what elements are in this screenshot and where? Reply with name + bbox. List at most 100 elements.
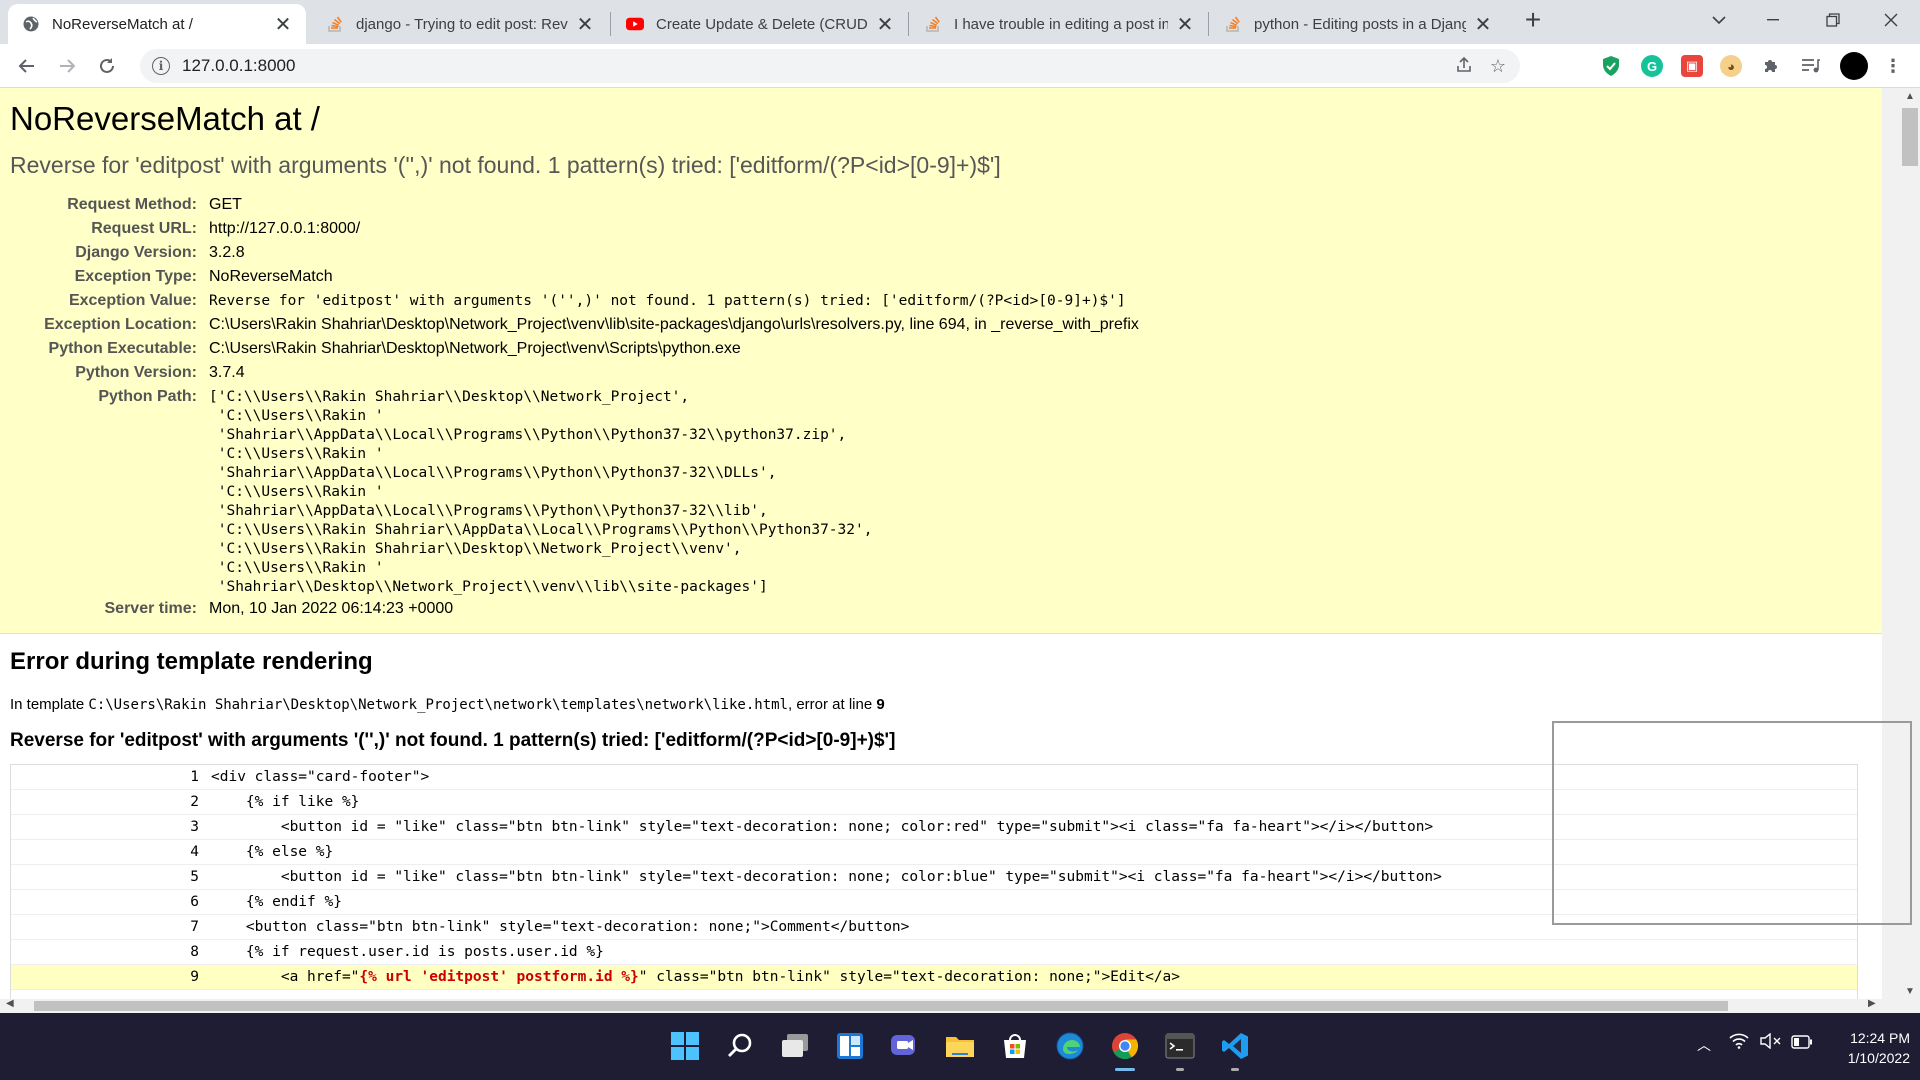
source-line: 8 {% if request.user.id is posts.user.id… [11,940,1857,965]
address-bar[interactable]: i 127.0.0.1:8000 ☆ [140,49,1520,83]
arrow-left-icon [18,59,34,73]
tab-title: NoReverseMatch at / [52,15,193,33]
reload-button[interactable] [93,52,121,80]
close-tab-icon[interactable]: ✕ [274,12,292,37]
meta-row-exception-location: Exception Location: C:\Users\Rakin Shahri… [44,316,1139,333]
chevron-down-icon [1712,16,1726,25]
meta-row-exception-type: Exception Type: NoReverseMatch [74,268,333,285]
tab-divider [908,12,909,36]
store-icon [1004,1034,1026,1058]
folder-icon [946,1037,974,1057]
tab-divider [1208,12,1209,36]
bookmark-star-icon[interactable]: ☆ [1488,56,1508,76]
meta-row-python-version: Python Version: 3.7.4 [75,364,245,381]
close-tab-icon[interactable]: ✕ [1176,12,1194,37]
horizontal-scroll-thumb[interactable] [34,1001,1728,1011]
source-line: 3 <button id = "like" class="btn btn-lin… [11,815,1857,840]
edge-icon [1056,1032,1084,1060]
tab-trouble-editing-post[interactable]: I have trouble in editing a post in ✕ [910,4,1208,44]
grammarly-icon[interactable]: G [1641,55,1663,77]
chevron-up-icon[interactable]: ︿ [1697,1035,1711,1055]
scroll-left-arrow-icon[interactable]: ◀ [6,998,14,1009]
share-icon[interactable] [1454,56,1474,76]
error-expression: {% url 'editpost' postform.id %} [359,969,639,985]
puzzle-icon[interactable] [1760,55,1782,77]
start-button[interactable] [666,1027,704,1065]
search-icon [728,1033,752,1057]
adblock-shield-icon[interactable] [1600,55,1622,77]
chrome-icon [1112,1033,1139,1060]
extension-red-icon[interactable]: ▣ [1681,55,1703,77]
extension-face-icon[interactable]: ◕ [1720,55,1742,77]
wifi-icon[interactable] [1729,1033,1749,1054]
source-line: 7 <button class="btn btn-link" style="te… [11,915,1857,940]
meta-row-request-url: Request URL: http://127.0.0.1:8000/ [91,220,361,237]
tab-title: django - Trying to edit post: Reve [356,15,568,33]
chrome-button[interactable] [1106,1027,1144,1071]
close-tab-icon[interactable]: ✕ [1474,12,1492,37]
kebab-menu-icon[interactable]: ⋮ [1882,55,1904,77]
system-clock[interactable]: 12:24 PM 1/10/2022 [1820,1028,1910,1068]
source-line: 6 {% endif %} [11,890,1857,915]
tab-title: python - Editing posts in a Djang [1254,15,1466,33]
terminal-button[interactable] [1161,1027,1199,1071]
close-window-button[interactable] [1868,0,1914,40]
youtube-icon [626,15,644,33]
vertical-scroll-thumb[interactable] [1902,108,1918,166]
source-line: 5 <button id = "like" class="btn btn-lin… [11,865,1857,890]
windows-logo-icon [671,1032,699,1060]
tab-strip: NoReverseMatch at / ✕ django - Trying to… [0,0,1920,44]
clock-date: 1/10/2022 [1847,1050,1910,1066]
horizontal-scrollbar[interactable]: ◀ ▶ [0,998,1882,1013]
speaker-muted-icon[interactable] [1760,1032,1782,1054]
terminal-icon [1165,1033,1195,1059]
edge-button[interactable] [1051,1027,1089,1065]
template-source-listing: 1 <div class="card-footer"> 2 {% if like … [10,764,1858,1013]
battery-icon[interactable] [1791,1033,1813,1054]
task-view-button[interactable] [776,1027,814,1065]
tab-title: I have trouble in editing a post in [954,15,1168,33]
close-tab-icon[interactable]: ✕ [876,12,894,37]
request-meta-table: Request Method: GET Request URL: http://12… [0,193,1800,621]
browser-toolbar: i 127.0.0.1:8000 ☆ G ▣ ◕ ⋮ [0,44,1920,88]
task-view-icon [782,1034,808,1057]
widgets-button[interactable] [831,1027,869,1065]
tab-noreversematch[interactable]: NoReverseMatch at / ✕ [8,4,306,44]
site-info-icon[interactable]: i [152,57,170,75]
search-button[interactable] [721,1027,759,1065]
source-line: 1 <div class="card-footer"> [11,765,1857,790]
new-tab-button[interactable]: + [1518,6,1548,36]
source-line: 4 {% else %} [11,840,1857,865]
error-line-number: 9 [876,696,885,713]
globe-icon [22,15,40,33]
meta-row-python-path: Python Path: ['C:\\Users\\Rakin Shahriar\… [98,388,873,595]
teams-chat-button[interactable] [886,1027,924,1065]
error-title: NoReverseMatch at / [10,100,320,137]
restore-button[interactable] [1810,0,1856,40]
profile-avatar[interactable] [1840,52,1868,80]
tab-title: Create Update & Delete (CRUD) w [656,15,868,33]
source-line: 2 {% if like %} [11,790,1857,815]
meta-row-server-time: Server time: Mon, 10 Jan 2022 06:14:23 +0… [104,600,454,617]
tab-search-button[interactable] [1696,0,1742,40]
forward-button[interactable] [53,52,81,80]
back-button[interactable] [13,52,41,80]
scroll-up-arrow-icon[interactable]: ▲ [1904,91,1916,102]
tab-django-edit-post[interactable]: django - Trying to edit post: Reve ✕ [312,4,608,44]
vscode-button[interactable] [1216,1027,1254,1071]
widgets-icon [837,1033,863,1059]
stackoverflow-icon [326,15,344,33]
tab-youtube-crud[interactable]: Create Update & Delete (CRUD) w ✕ [612,4,908,44]
file-explorer-button[interactable] [941,1027,979,1065]
scroll-down-arrow-icon[interactable]: ▼ [1904,986,1916,997]
minimize-button[interactable] [1750,0,1796,40]
template-error-intro: In template C:\Users\Rakin Shahriar\Desk… [10,696,885,713]
tab-python-editing-posts[interactable]: python - Editing posts in a Djang ✕ [1210,4,1506,44]
template-error-message: Reverse for 'editpost' with arguments '(… [10,730,896,751]
microsoft-store-button[interactable] [996,1027,1034,1065]
close-tab-icon[interactable]: ✕ [576,12,594,37]
scroll-right-arrow-icon[interactable]: ▶ [1868,998,1876,1009]
vertical-scrollbar[interactable]: ▲ ▼ [1882,88,1920,1013]
media-control-icon[interactable] [1800,55,1822,77]
close-icon [1884,13,1898,27]
